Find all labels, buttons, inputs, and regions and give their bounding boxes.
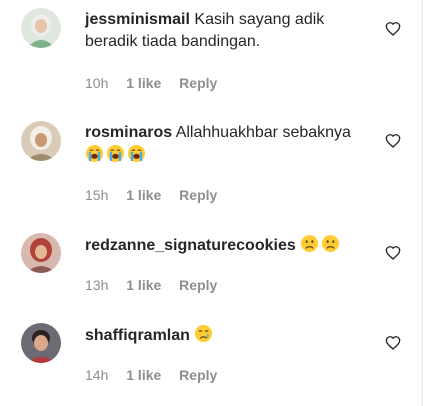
reply-button[interactable]: Reply: [179, 367, 217, 383]
comment-username[interactable]: redzanne_signaturecookies: [85, 237, 296, 254]
comment-text: Allahhuakhbar sebaknya: [175, 124, 351, 141]
comment-content: redzanne_signaturecookies: [85, 234, 370, 257]
comment-emojis: [85, 144, 148, 164]
avatar-image: [21, 233, 61, 273]
loudly-crying-face-icon: [106, 144, 125, 163]
heart-icon[interactable]: [385, 133, 401, 149]
crying-face-icon: [195, 324, 213, 343]
comment-likes[interactable]: 1 like: [126, 277, 161, 293]
comment-likes[interactable]: 1 like: [126, 75, 161, 91]
reply-button[interactable]: Reply: [179, 187, 217, 203]
comment-likes[interactable]: 1 like: [126, 367, 161, 383]
loudly-crying-face-icon: [85, 144, 104, 163]
loudly-crying-face-icon: [127, 144, 146, 163]
comment-content: jessminismail Kasih sayang adik beradik …: [85, 9, 370, 53]
comment-content: rosminaros Allahhuakhbar sebaknya: [85, 122, 370, 167]
avatar[interactable]: [21, 233, 61, 273]
comments-list: jessminismail Kasih sayang adik beradik …: [0, 0, 423, 406]
avatar-image: [21, 8, 61, 48]
heart-icon[interactable]: [385, 335, 401, 351]
comment-meta: 10h 1 like Reply: [85, 75, 231, 91]
comment-username[interactable]: rosminaros: [85, 124, 172, 141]
reply-button[interactable]: Reply: [179, 277, 217, 293]
comment-meta: 14h 1 like Reply: [85, 367, 231, 383]
avatar[interactable]: [21, 121, 61, 161]
comment-meta: 13h 1 like Reply: [85, 277, 231, 293]
frowning-face-icon: [301, 234, 319, 253]
comment-username[interactable]: shaffiqramlan: [85, 327, 190, 344]
comment-meta: 15h 1 like Reply: [85, 187, 231, 203]
comment-time[interactable]: 10h: [85, 75, 108, 91]
reply-button[interactable]: Reply: [179, 75, 217, 91]
comment-time[interactable]: 14h: [85, 367, 108, 383]
comment-username[interactable]: jessminismail: [85, 11, 190, 28]
comment-time[interactable]: 15h: [85, 187, 108, 203]
comment-emojis: [300, 234, 342, 254]
comment-time[interactable]: 13h: [85, 277, 108, 293]
frowning-face-icon: [322, 234, 340, 253]
comment-content: shaffiqramlan: [85, 324, 370, 347]
heart-icon[interactable]: [385, 21, 401, 37]
avatar-image: [21, 121, 61, 161]
avatar[interactable]: [21, 323, 61, 363]
comment-emojis: [194, 324, 215, 344]
heart-icon[interactable]: [385, 245, 401, 261]
avatar-image: [21, 323, 61, 363]
avatar[interactable]: [21, 8, 61, 48]
comment-likes[interactable]: 1 like: [126, 187, 161, 203]
